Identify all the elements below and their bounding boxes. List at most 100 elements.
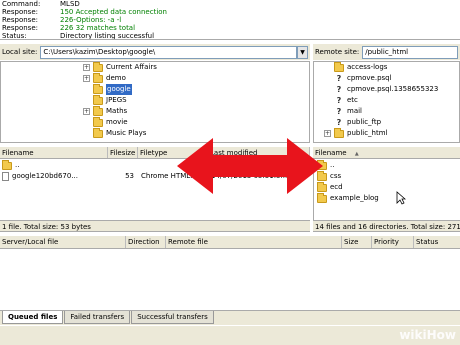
tree-item[interactable]: ? cpmove.psql.1358655323 <box>324 84 459 95</box>
tree-item-label: access-logs <box>347 63 388 71</box>
folder-icon <box>93 83 103 94</box>
message-log: Command: MLSD Response: 150 Accepted data c… <box>0 0 460 40</box>
tree-item[interactable]: + demo <box>83 72 309 84</box>
file-name: .. <box>15 161 20 169</box>
expand-icon[interactable]: + <box>83 64 90 71</box>
folder-icon <box>334 62 344 72</box>
tab-failed-transfers[interactable]: Failed transfers <box>64 311 131 324</box>
tree-item[interactable]: ? etc <box>324 95 459 106</box>
folder-icon <box>93 105 103 116</box>
log-value: 226-Options: -a -l <box>60 16 122 24</box>
folder-icon <box>2 160 12 170</box>
unknown-folder-icon: ? <box>336 106 342 116</box>
col-server-local-file[interactable]: Server/Local file <box>0 236 126 248</box>
tree-item-label: JPEGS <box>106 96 127 104</box>
remote-file-list-header: Filename ▲ <box>313 147 460 159</box>
queue-header: Server/Local file Direction Remote file … <box>0 236 460 249</box>
folder-icon <box>93 72 103 83</box>
col-direction[interactable]: Direction <box>126 236 166 248</box>
log-key: Response: <box>2 16 38 24</box>
watermark-wiki: wiki <box>399 328 427 342</box>
local-path-dropdown[interactable]: ▼ <box>297 45 308 59</box>
list-item[interactable]: css <box>314 170 460 182</box>
tree-item-label: public_ftp <box>347 118 382 126</box>
log-line: Response: 226 32 matches total <box>2 24 458 32</box>
remote-file-list[interactable]: .. css ecd example_blog <box>313 160 460 220</box>
queue-list[interactable] <box>0 249 460 309</box>
tree-item[interactable]: access-logs <box>324 62 459 73</box>
remote-directory-tree[interactable]: access-logs? cpmove.psql ? cpmove.psql.1358… <box>313 61 460 143</box>
double-arrow-shape <box>177 138 323 194</box>
log-value: MLSD <box>60 0 80 8</box>
file-icon <box>2 172 9 181</box>
tab-queued-files[interactable]: Queued files <box>2 311 64 324</box>
tree-item-label: Music Plays <box>106 129 147 137</box>
unknown-folder-icon: ? <box>336 95 342 105</box>
col-priority[interactable]: Priority <box>372 236 414 248</box>
folder-icon <box>93 127 103 138</box>
tree-item[interactable]: movie <box>83 116 309 128</box>
log-key: Status: <box>2 32 27 40</box>
file-name: ecd <box>330 183 343 191</box>
expand-icon[interactable]: + <box>83 75 90 82</box>
tree-item-label: mail <box>347 107 362 115</box>
local-directory-tree[interactable]: + Current Affairs + demo google JPEGS + Maths mo… <box>0 61 310 143</box>
log-value: Directory listing successful <box>60 32 155 40</box>
tree-item-label: demo <box>106 74 126 82</box>
log-line: Response: 150 Accepted data connection <box>2 8 458 16</box>
remote-site-label: Remote site: <box>315 48 360 56</box>
col-status[interactable]: Status <box>414 236 460 248</box>
tree-item-label: movie <box>106 118 128 126</box>
log-key: Command: <box>2 0 41 8</box>
list-item[interactable]: ecd <box>314 181 460 193</box>
queue-tabs: Queued files Failed transfers Successful… <box>0 310 460 325</box>
double-arrow-icon <box>177 138 323 194</box>
tree-item[interactable]: + Maths <box>83 105 309 117</box>
sort-ascending-icon: ▲ <box>354 151 359 157</box>
folder-icon <box>93 94 103 105</box>
watermark-how: How <box>426 328 456 342</box>
status-bar <box>0 326 460 345</box>
log-line: Status: Directory listing successful <box>2 32 458 40</box>
list-item[interactable]: .. <box>314 160 460 171</box>
mouse-pointer-icon <box>396 191 406 205</box>
unknown-folder-icon: ? <box>336 117 342 127</box>
folder-icon <box>334 127 344 138</box>
log-value: 150 Accepted data connection <box>60 8 167 16</box>
folder-icon <box>93 62 103 72</box>
col-remote-file[interactable]: Remote file <box>166 236 342 248</box>
tree-item[interactable]: google <box>83 83 309 95</box>
tree-item[interactable]: ? public_ftp <box>324 117 459 128</box>
folder-icon <box>93 116 103 127</box>
list-item[interactable]: example_blog <box>314 192 460 204</box>
tree-item[interactable]: + Current Affairs <box>83 62 309 73</box>
local-path-input[interactable]: C:\Users\kazim\Desktop\google\ <box>40 45 297 59</box>
file-size: 53 <box>125 172 134 180</box>
tree-item-label: etc <box>347 96 358 104</box>
tree-item[interactable]: ? cpmove.psql <box>324 73 459 84</box>
log-value: 226 32 matches total <box>60 24 136 32</box>
log-line: Command: MLSD <box>2 0 458 8</box>
remote-path-input[interactable]: /public_html <box>362 45 458 59</box>
local-status-text: 1 file. Total size: 53 bytes <box>0 220 310 232</box>
tree-item[interactable]: ? mail <box>324 106 459 117</box>
col-remote-filename[interactable]: Filename ▲ <box>313 147 460 158</box>
tree-item[interactable]: JPEGS <box>83 94 309 106</box>
col-size[interactable]: Size <box>342 236 372 248</box>
file-name: google120bd670... <box>12 172 78 180</box>
expand-icon[interactable]: + <box>83 108 90 115</box>
unknown-folder-icon: ? <box>336 73 342 83</box>
tree-item-label: Current Affairs <box>106 63 157 71</box>
tab-successful-transfers[interactable]: Successful transfers <box>131 311 214 324</box>
wikihow-watermark: wikiHow <box>399 328 456 342</box>
tree-item[interactable]: + public_html <box>324 127 459 139</box>
tree-item-label: cpmove.psql <box>347 74 392 82</box>
tree-item-label: Maths <box>106 107 128 115</box>
log-line: Response: 226-Options: -a -l <box>2 16 458 24</box>
local-site-label: Local site: <box>2 48 38 56</box>
col-filesize[interactable]: Filesize <box>108 147 138 158</box>
expand-icon[interactable]: + <box>324 130 331 137</box>
col-filename[interactable]: Filename <box>0 147 108 158</box>
chevron-down-icon: ▼ <box>300 48 305 56</box>
log-key: Response: <box>2 8 38 16</box>
